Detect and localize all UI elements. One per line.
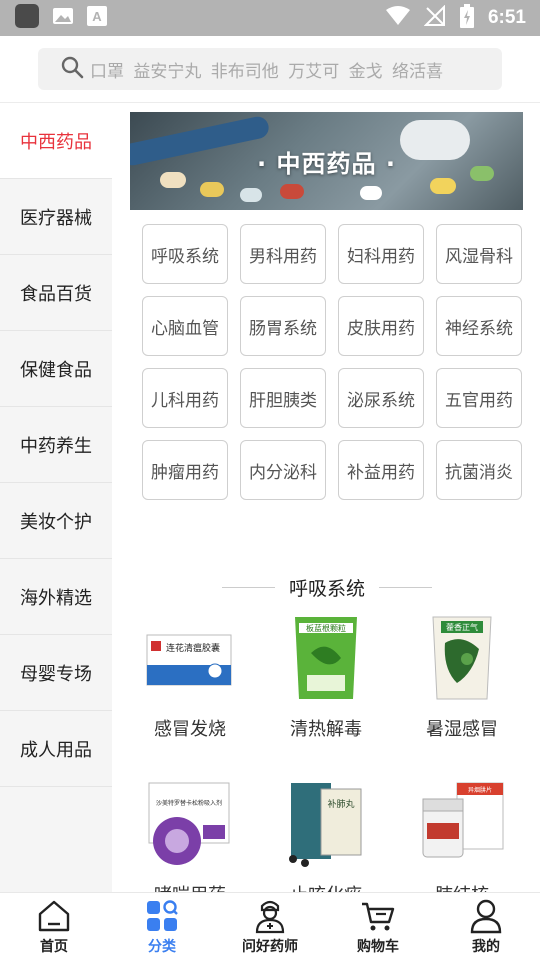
section-header: 呼吸系统 (222, 573, 433, 601)
user-icon (470, 899, 502, 933)
sidebar-item-health-food[interactable]: 保健食品 (0, 331, 112, 407)
subcategory-gynecology[interactable]: 妇科用药 (338, 224, 424, 284)
font-notification-icon: A (86, 5, 108, 31)
subcategory-endocrine[interactable]: 内分泌科 (240, 440, 326, 500)
subcategory-antibacterial[interactable]: 抗菌消炎 (436, 440, 522, 500)
product-item[interactable]: 补肺丸 止咳化痰 (258, 779, 394, 892)
section-title: 呼吸系统 (289, 577, 366, 600)
subcategory-respiratory[interactable]: 呼吸系统 (142, 224, 228, 284)
gallery-notification-icon (52, 5, 74, 31)
product-box-text: 板蓝根颗粒 (306, 623, 346, 633)
status-bar: A 6:51 (0, 0, 540, 36)
product-item[interactable]: 连花清瘟胶囊 感冒发烧 (122, 613, 258, 741)
product-item[interactable]: 沙美特罗替卡松粉吸入剂 哮喘用药 (122, 779, 258, 892)
tab-label: 我的 (472, 938, 500, 955)
product-label: 感冒发烧 (154, 719, 226, 740)
sidebar-item-food-groceries[interactable]: 食品百货 (0, 255, 112, 331)
product-label: 肺结核 (394, 881, 530, 892)
section-divider (379, 586, 433, 588)
tab-home[interactable]: 首页 (0, 893, 108, 960)
category-banner[interactable]: · 中西药品 · (130, 112, 523, 210)
sidebar-item-adult[interactable]: 成人用品 (0, 711, 112, 787)
product-box-text: 异烟肼片 (468, 786, 492, 794)
tab-label: 分类 (148, 938, 176, 955)
svg-text:A: A (92, 9, 102, 24)
bottom-tab-bar: 首页 分类 问好药师 购物车 我的 (0, 892, 540, 960)
product-image: 藿香正气 (417, 613, 507, 703)
product-box-text: 藿香正气 (446, 622, 478, 632)
subcategory-gastro[interactable]: 肠胃系统 (240, 296, 326, 356)
sidebar-item-beauty-care[interactable]: 美妆个护 (0, 483, 112, 559)
banner-title: · 中西药品 · (257, 149, 396, 178)
product-item[interactable]: 藿香正气 暑湿感冒 (394, 613, 530, 741)
sidebar-item-mother-baby[interactable]: 母婴专场 (0, 635, 112, 711)
subcategory-dermatology[interactable]: 皮肤用药 (338, 296, 424, 356)
tab-label: 首页 (40, 938, 68, 955)
tab-category[interactable]: 分类 (108, 893, 216, 960)
product-box-text: 沙美特罗替卡松粉吸入剂 (156, 799, 222, 807)
product-label: 暑湿感冒 (426, 719, 498, 740)
tab-pharmacist[interactable]: 问好药师 (216, 893, 324, 960)
subcategory-neurology[interactable]: 神经系统 (436, 296, 522, 356)
subcategory-rheumatism[interactable]: 风湿骨科 (436, 224, 522, 284)
subcategory-hepatobiliary[interactable]: 肝胆胰类 (240, 368, 326, 428)
sidebar-item-medical-devices[interactable]: 医疗器械 (0, 179, 112, 255)
product-label: 止咳化痰 (258, 881, 394, 892)
battery-icon (459, 4, 474, 32)
tab-mine[interactable]: 我的 (432, 893, 540, 960)
tab-label: 购物车 (357, 938, 399, 955)
home-icon (38, 900, 70, 931)
search-icon (60, 55, 84, 83)
app-notification-icon (14, 3, 40, 33)
category-icon (147, 899, 178, 931)
app-screen: A 6:51 口罩 益安宁丸 非布司他 万艾可 金戈 络活喜 中西药品 医疗器械… (0, 0, 540, 960)
subcategory-ent[interactable]: 五官用药 (436, 368, 522, 428)
product-image: 异烟肼片 (417, 779, 507, 869)
product-box-text: 连花清瘟胶囊 (166, 642, 220, 654)
product-image: 沙美特罗替卡松粉吸入剂 (145, 779, 235, 869)
product-label: 哮喘用药 (122, 881, 258, 892)
status-time: 6:51 (487, 7, 526, 28)
product-image: 连花清瘟胶囊 (145, 613, 235, 703)
no-signal-icon (423, 4, 446, 31)
subcategory-andrology[interactable]: 男科用药 (240, 224, 326, 284)
subcategory-oncology[interactable]: 肿瘤用药 (142, 440, 228, 500)
product-label: 清热解毒 (290, 719, 362, 740)
category-content: · 中西药品 · 呼吸系统 男科用药 妇科用药 风湿骨科 心脑血管 肠胃系统 皮… (112, 103, 540, 892)
cart-icon (362, 902, 395, 930)
sidebar-item-western-chinese-medicine[interactable]: 中西药品 (0, 103, 112, 179)
tab-label: 问好药师 (242, 938, 298, 955)
pharmacist-icon (255, 900, 285, 933)
subcategory-urology[interactable]: 泌尿系统 (338, 368, 424, 428)
tab-cart[interactable]: 购物车 (324, 893, 432, 960)
product-box-text: 补肺丸 (327, 798, 354, 810)
section-divider (222, 586, 275, 588)
subcategory-grid: 呼吸系统 男科用药 妇科用药 风湿骨科 心脑血管 肠胃系统 皮肤用药 神经系统 … (142, 224, 524, 500)
subcategory-pediatrics[interactable]: 儿科用药 (142, 368, 228, 428)
product-image: 板蓝根颗粒 (281, 613, 371, 703)
search-bar: 口罩 益安宁丸 非布司他 万艾可 金戈 络活喜 (0, 36, 540, 103)
subcategory-cardio[interactable]: 心脑血管 (142, 296, 228, 356)
search-placeholder: 口罩 益安宁丸 非布司他 万艾可 金戈 络活喜 (90, 61, 444, 82)
subcategory-tonic[interactable]: 补益用药 (338, 440, 424, 500)
product-item[interactable]: 异烟肼片 肺结核 (394, 779, 530, 892)
category-sidebar: 中西药品 医疗器械 食品百货 保健食品 中药养生 美妆个护 海外精选 母婴专场 … (0, 103, 112, 892)
product-image: 补肺丸 (281, 779, 371, 869)
sidebar-item-tcm-wellness[interactable]: 中药养生 (0, 407, 112, 483)
sidebar-item-overseas[interactable]: 海外精选 (0, 559, 112, 635)
product-item[interactable]: 板蓝根颗粒 清热解毒 (258, 613, 394, 741)
wifi-icon (385, 6, 410, 30)
search-input[interactable]: 口罩 益安宁丸 非布司他 万艾可 金戈 络活喜 (38, 48, 502, 90)
